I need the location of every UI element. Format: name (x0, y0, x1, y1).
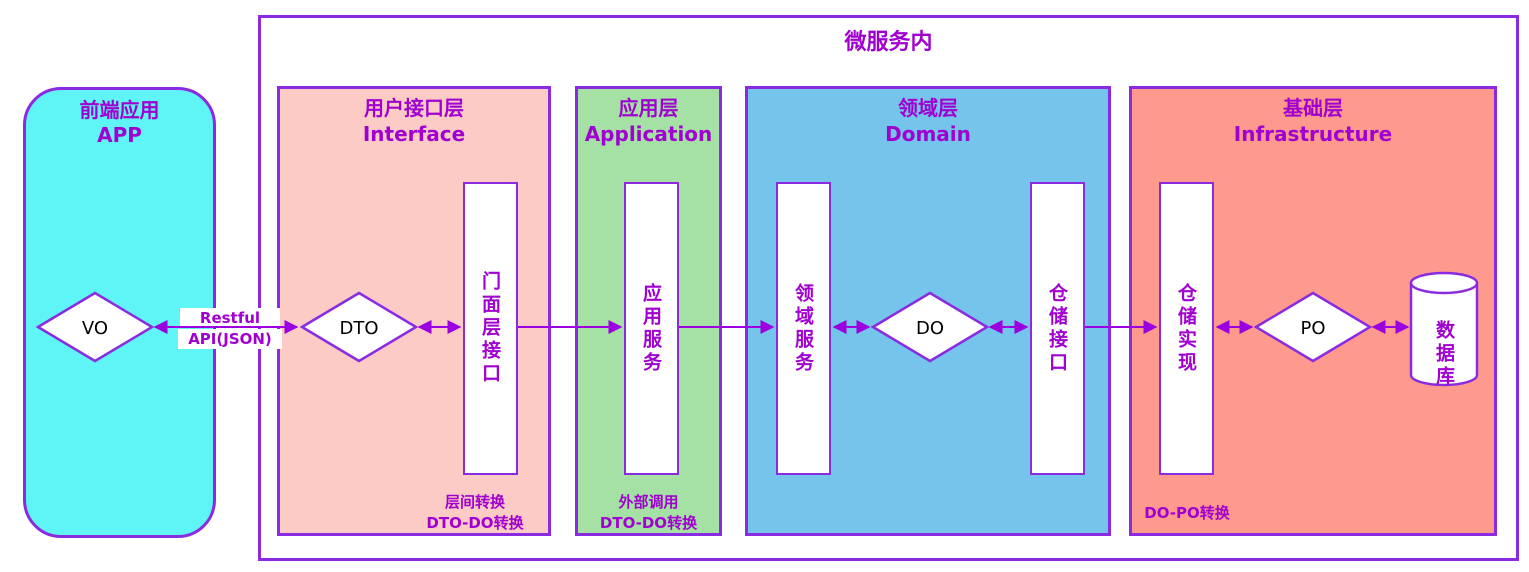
po-diamond-label: PO (1300, 318, 1325, 339)
database-label: 数据库 (1433, 319, 1455, 389)
do-diamond-label: DO (916, 318, 944, 339)
diagram-shapes: VO DTO DO PO 数据库 (35, 271, 1479, 389)
dto-diamond-label: DTO (339, 318, 378, 339)
vo-diamond-label: VO (82, 318, 108, 339)
